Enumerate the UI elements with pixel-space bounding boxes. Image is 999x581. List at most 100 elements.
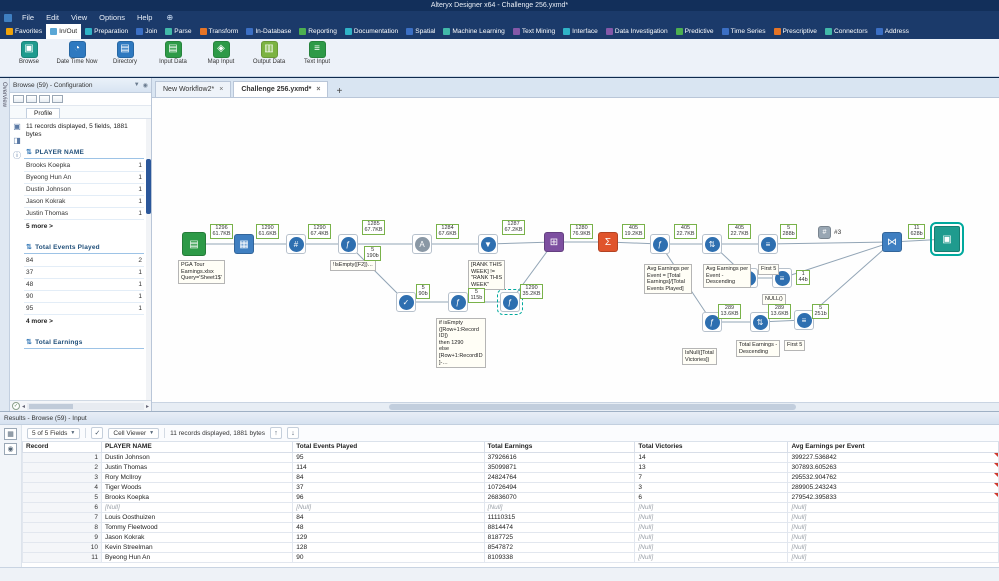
table-row[interactable]: 8 Tommy Fleetwood 48 8814474 [Null] [Null]: [22, 521, 999, 533]
annotation[interactable]: Avg Earnings per Event = [Total Earnings]/…: [644, 264, 693, 295]
fields-dropdown[interactable]: 5 of 5 Fields ▼: [27, 427, 81, 439]
more-link[interactable]: 5 more >: [24, 220, 144, 233]
scroll-left-arrow[interactable]: ◂: [22, 403, 25, 410]
results-table[interactable]: Record PLAYER NAME Total Events Played Tota…: [22, 442, 999, 563]
layout-toggle-icon[interactable]: [26, 95, 37, 103]
sort-tool-2[interactable]: ⇅: [750, 312, 770, 332]
annotation[interactable]: PGA Tour Earnings.xlsx Query='Sheet1$': [178, 260, 225, 284]
table-row[interactable]: 4 Tiger Woods 37 10726494 3 289905.243243: [22, 481, 999, 493]
table-row[interactable]: 11 Byeong Hun An 90 8109338 [Null] [Null]: [22, 551, 999, 563]
palette-tool-browse[interactable]: ▣ Browse: [6, 41, 52, 65]
layout-toggle-icon[interactable]: [52, 95, 63, 103]
annotation[interactable]: !IsEmpty([F2])…: [330, 260, 377, 271]
ribbon-tab-join[interactable]: Join: [132, 24, 161, 39]
menu-edit[interactable]: Edit: [40, 13, 65, 22]
overview-collapsed-panel[interactable]: Overview: [0, 78, 10, 411]
ribbon-tab-data-investigation[interactable]: Data Investigation: [602, 24, 672, 39]
scroll-right-arrow[interactable]: ▸: [146, 403, 149, 410]
palette-tool-input-data[interactable]: ▤ Input Data: [150, 41, 196, 65]
annotation[interactable]: Total Earnings - Descending: [736, 340, 781, 358]
browse-tool[interactable]: ▣: [930, 222, 964, 256]
record-id-tool[interactable]: #: [286, 234, 306, 254]
ribbon-tab-parse[interactable]: Parse: [161, 24, 195, 39]
ribbon-tab-spatial[interactable]: Spatial: [402, 24, 439, 39]
scrollbar-track[interactable]: [27, 402, 144, 410]
palette-tool-text-input[interactable]: ≡ Text Input: [294, 41, 340, 65]
more-link[interactable]: 4 more >: [24, 315, 144, 328]
workflow-tab-new-workflow2[interactable]: New Workflow2* ×: [155, 81, 232, 97]
profile-value-row[interactable]: 84 2: [24, 255, 144, 268]
cell-viewer-dropdown[interactable]: Cell Viewer ▼: [108, 427, 160, 439]
ribbon-tab-predictive[interactable]: Predictive: [672, 24, 718, 39]
column-header-avg-earnings-per-event[interactable]: Avg Earnings per Event: [787, 442, 999, 453]
configuration-horizontal-scrollbar[interactable]: ✓ ◂ ▸: [10, 400, 151, 411]
table-row[interactable]: 2 Justin Thomas 114 35099871 13 307893.605263: [22, 461, 999, 473]
ribbon-tab-text-mining[interactable]: Text Mining: [509, 24, 559, 39]
column-header-total-earnings[interactable]: Total Earnings: [483, 442, 636, 453]
menu-options[interactable]: Options: [93, 13, 131, 22]
close-icon[interactable]: ×: [316, 86, 320, 93]
pin-icon[interactable]: ◉: [143, 82, 148, 89]
profile-value-row[interactable]: 95 1: [24, 303, 144, 316]
table-row[interactable]: 3 Rory McIlroy 84 24824764 7 295532.904762: [22, 471, 999, 483]
configuration-vertical-scrollbar[interactable]: [146, 119, 151, 400]
profile-value-row[interactable]: Brooks Koepka 1: [24, 160, 144, 173]
layout-toggle-icon[interactable]: [13, 95, 24, 103]
column-header-record[interactable]: Record: [22, 442, 102, 453]
scroll-down-button[interactable]: ↓: [287, 427, 300, 439]
profile-value-row[interactable]: 90 1: [24, 291, 144, 304]
comment-tool[interactable]: #: [818, 226, 831, 239]
table-row[interactable]: 9 Jason Kokrak 129 8187725 [Null] [Null]: [22, 531, 999, 543]
ribbon-tab-connectors[interactable]: Connectors: [821, 24, 872, 39]
profile-value-row[interactable]: Jason Kokrak 1: [24, 196, 144, 209]
select-tool[interactable]: ▦: [234, 234, 254, 254]
scrollbar-thumb[interactable]: [29, 403, 74, 409]
sample-tool-4[interactable]: ≡: [794, 310, 814, 330]
profile-value-row[interactable]: Byeong Hun An 1: [24, 172, 144, 185]
ribbon-tab-in-database[interactable]: In-Database: [242, 24, 295, 39]
annotation[interactable]: NULL(): [762, 294, 786, 305]
ribbon-tab-transform[interactable]: Transform: [196, 24, 243, 39]
formula-tool-3[interactable]: ƒ: [448, 292, 468, 312]
input-data-tool[interactable]: ▤: [182, 232, 206, 256]
table-row[interactable]: 10 Kevin Streelman 128 8547872 [Null] [Null]: [22, 541, 999, 553]
ribbon-tab-preparation[interactable]: Preparation: [81, 24, 132, 39]
palette-tool-map-input[interactable]: ◈ Map Input: [198, 41, 244, 65]
palette-tool-directory[interactable]: ▤ Directory: [102, 41, 148, 65]
menu-help[interactable]: Help: [131, 13, 158, 22]
crosstab-tool[interactable]: ⊞: [544, 232, 564, 252]
annotation[interactable]: [RANK THIS WEEK] != "RANK THIS WEEK": [468, 260, 506, 291]
profile-view-icon[interactable]: ◉: [4, 443, 17, 455]
summarize-tool[interactable]: Σ: [598, 232, 618, 252]
table-row[interactable]: 7 Louis Oosthuizen 84 11110315 [Null] [Null]: [22, 511, 999, 523]
profile-value-row[interactable]: Justin Thomas 1: [24, 208, 144, 221]
annotation[interactable]: First 5: [784, 340, 806, 351]
table-row[interactable]: 5 Brooks Koepka 96 26836070 6 279542.395833: [22, 491, 999, 503]
formula-tool-2[interactable]: ƒ: [650, 234, 670, 254]
table-row[interactable]: 1 Dustin Johnson 95 37926616 14 399227.536842: [22, 451, 999, 463]
ribbon-tab-documentation[interactable]: Documentation: [341, 24, 402, 39]
scrollbar-thumb[interactable]: [146, 159, 151, 214]
ribbon-tab-time-series[interactable]: Time Series: [718, 24, 770, 39]
profile-value-row[interactable]: 37 1: [24, 267, 144, 280]
column-header-player-name[interactable]: PLAYER NAME: [100, 442, 294, 453]
formula-tool-1[interactable]: ƒ: [338, 234, 358, 254]
layout-toggle-icon[interactable]: [39, 95, 50, 103]
profile-value-row[interactable]: 48 1: [24, 279, 144, 292]
layout-icon[interactable]: ◨: [13, 136, 21, 145]
multi-row-formula-tool[interactable]: ƒ: [497, 289, 523, 315]
apply-check-button[interactable]: ✓: [91, 427, 104, 439]
globe-icon[interactable]: ⊕: [166, 13, 173, 22]
tab-profile[interactable]: Profile: [26, 108, 61, 118]
annotation[interactable]: IsNull([Total Victories]): [682, 348, 717, 366]
ribbon-tab-reporting[interactable]: Reporting: [295, 24, 341, 39]
ribbon-tab-favorites[interactable]: Favorites: [2, 24, 46, 39]
workflow-tab-challenge-256-yxmd[interactable]: Challenge 256.yxmd* ×: [233, 81, 329, 97]
dynamic-rename-tool[interactable]: A: [412, 234, 432, 254]
scrollbar-thumb[interactable]: [389, 404, 796, 410]
configuration-icon[interactable]: ▣: [13, 122, 21, 131]
new-tab-button[interactable]: +: [330, 86, 348, 97]
scroll-up-button[interactable]: ↑: [270, 427, 283, 439]
unique-tool[interactable]: ✓: [396, 292, 416, 312]
ribbon-tab-interface[interactable]: Interface: [559, 24, 602, 39]
